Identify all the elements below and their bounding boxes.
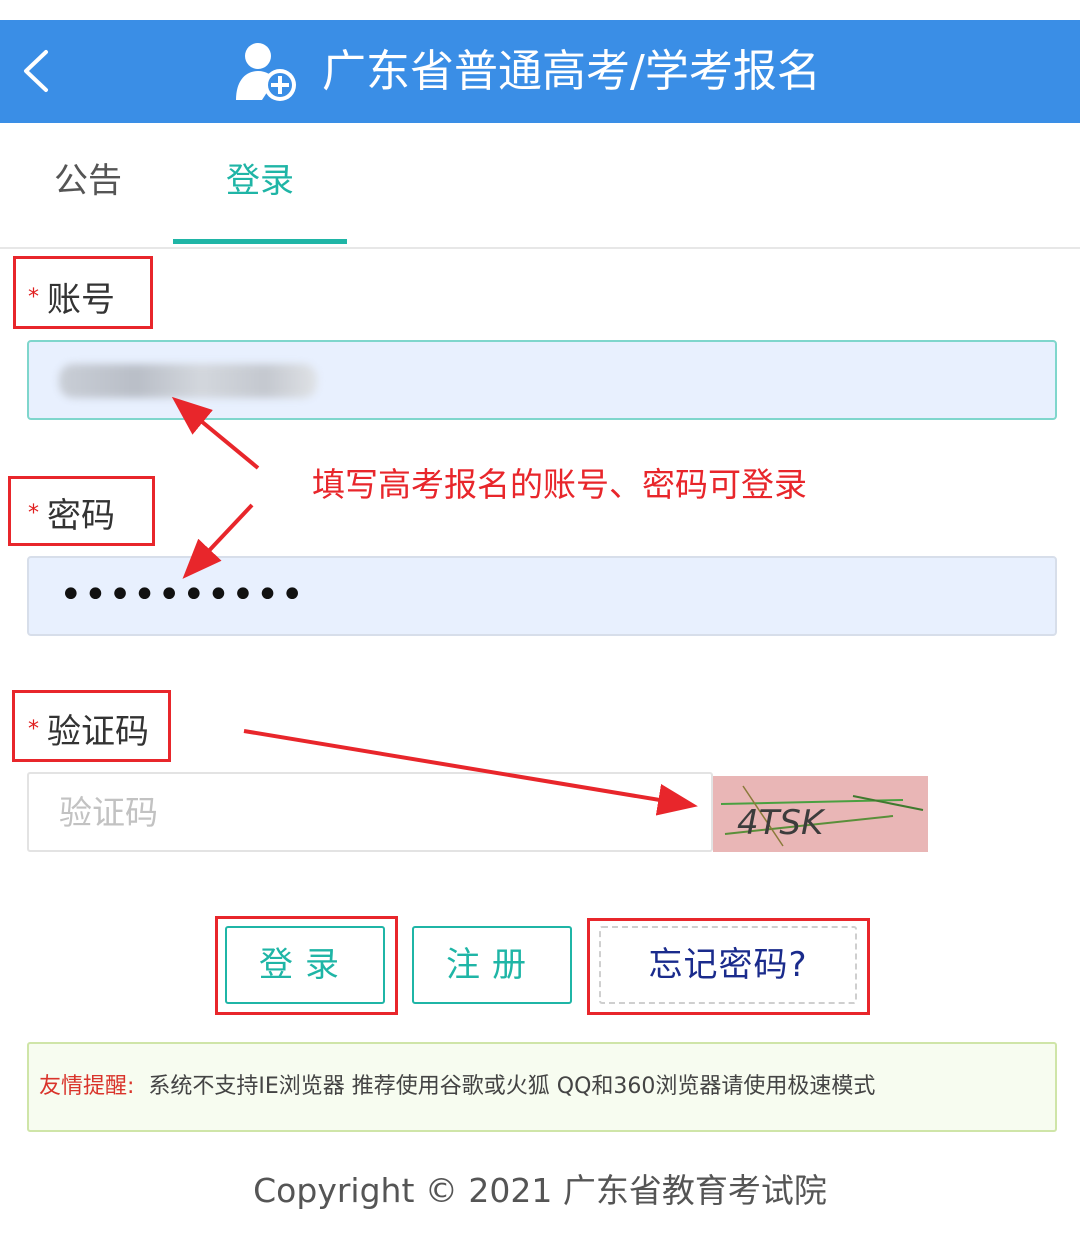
- password-masked-value: ••••••••••: [59, 572, 305, 618]
- app-header: 广东省普通高考/学考报名: [0, 20, 1080, 123]
- account-label: * 账号: [28, 276, 115, 324]
- captcha-image-text: 4TSK: [737, 803, 826, 843]
- captcha-label-text: 验证码: [47, 712, 149, 752]
- reminder-label: 友情提醒:: [39, 1074, 135, 1099]
- forgot-password-button[interactable]: 忘记密码?: [599, 926, 857, 1004]
- required-mark: *: [28, 501, 39, 526]
- tab-notice[interactable]: 公告: [54, 157, 122, 205]
- annotation-text: 填写高考报名的账号、密码可登录: [312, 465, 807, 504]
- blurred-account-value: [59, 364, 317, 398]
- account-input[interactable]: [27, 340, 1057, 420]
- captcha-image[interactable]: 4TSK: [713, 776, 928, 852]
- copyright: Copyright © 2021 广东省教育考试院: [253, 1171, 827, 1210]
- account-label-text: 账号: [47, 280, 115, 320]
- password-input[interactable]: ••••••••••: [27, 556, 1057, 636]
- back-arrow-icon[interactable]: [14, 46, 58, 96]
- login-button[interactable]: 登录: [225, 926, 385, 1004]
- captcha-input[interactable]: [27, 772, 713, 852]
- tab-bar: 公告 登录: [0, 123, 1080, 249]
- required-mark: *: [28, 285, 39, 310]
- friendly-reminder: 友情提醒: 系统不支持IE浏览器 推荐使用谷歌或火狐 QQ和360浏览器请使用极速…: [27, 1042, 1057, 1132]
- page-title: 广东省普通高考/学考报名: [322, 46, 821, 97]
- register-button[interactable]: 注册: [412, 926, 572, 1004]
- password-label-text: 密码: [47, 496, 115, 536]
- active-tab-indicator: [173, 239, 347, 244]
- user-add-icon: [236, 43, 296, 101]
- password-label: * 密码: [28, 492, 115, 540]
- required-mark: *: [28, 717, 39, 742]
- reminder-text: 系统不支持IE浏览器 推荐使用谷歌或火狐 QQ和360浏览器请使用极速模式: [148, 1074, 876, 1099]
- captcha-label: * 验证码: [28, 708, 149, 756]
- tab-login[interactable]: 登录: [226, 157, 294, 205]
